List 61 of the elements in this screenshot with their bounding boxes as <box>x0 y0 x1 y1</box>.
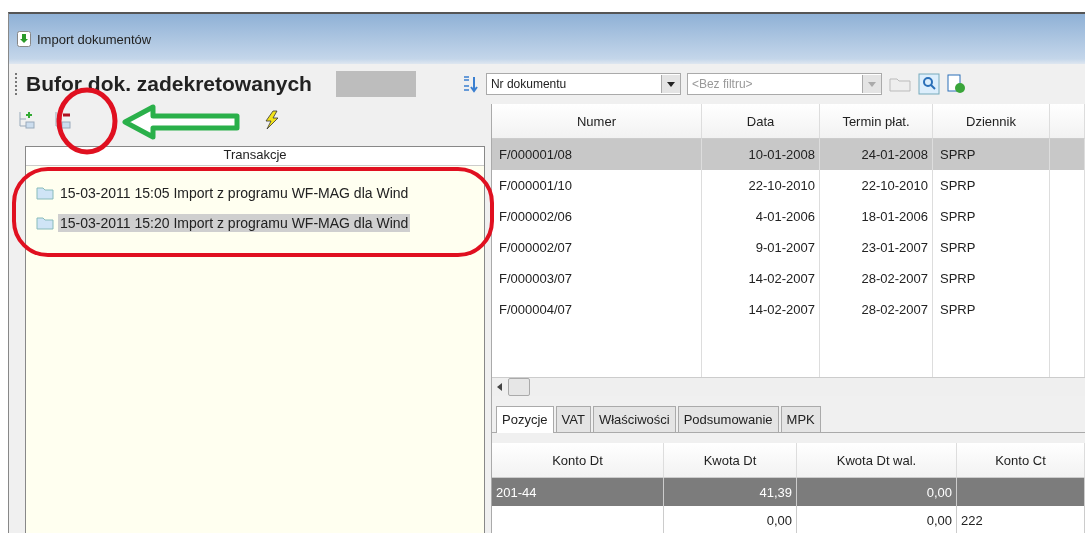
tree-item[interactable]: 15-03-2011 15:05 Import z programu WF-MAG dla Wind <box>26 178 484 208</box>
table-cell: 22-10-2010 <box>702 170 820 201</box>
table-cell: 0,00 <box>664 506 797 533</box>
table-cell: 28-02-2007 <box>820 263 933 294</box>
column-header[interactable]: Konto Dt <box>492 443 664 478</box>
table-cell: 23-01-2007 <box>820 232 933 263</box>
folder-icon <box>36 186 54 200</box>
table-cell: 18-01-2006 <box>820 201 933 232</box>
column-header[interactable]: Kwota Dt <box>664 443 797 478</box>
table-cell: F/000002/07 <box>492 232 702 263</box>
table-cell: SPRP <box>933 139 1050 170</box>
caret-icon <box>867 81 876 87</box>
folder-icon <box>36 216 54 230</box>
search-icon[interactable] <box>917 73 940 95</box>
tree-item[interactable]: 15-03-2011 15:20 Import z programu WF-MAG dla Wind <box>26 208 484 238</box>
table-cell: 22-10-2010 <box>820 170 933 201</box>
table-cell: 9-01-2007 <box>702 232 820 263</box>
table-cell: F/000001/10 <box>492 170 702 201</box>
table-cell: 14-02-2007 <box>702 294 820 325</box>
refresh-document-icon[interactable] <box>945 74 966 94</box>
caret-icon <box>666 81 675 87</box>
table-cell: 41,39 <box>664 478 797 506</box>
table-cell: 222 <box>957 506 1085 533</box>
tab[interactable]: Podsumowanie <box>677 406 779 432</box>
table-cell: F/000001/08 <box>492 139 702 170</box>
table-cell: 0,00 <box>797 506 957 533</box>
table-cell: F/000003/07 <box>492 263 702 294</box>
table-cell: 0,00 <box>797 478 957 506</box>
table-cell: SPRP <box>933 201 1050 232</box>
table-cell: 14-02-2007 <box>702 263 820 294</box>
window-title: Import dokumentów <box>37 31 152 47</box>
table-cell: F/000004/07 <box>492 294 702 325</box>
column-header[interactable]: Data <box>702 104 820 139</box>
tab[interactable]: Pozycje <box>496 406 554 433</box>
scrollbar-thumb[interactable] <box>508 378 530 396</box>
tab[interactable]: Właściwości <box>592 406 676 432</box>
column-header <box>1050 104 1085 139</box>
sort-icon[interactable] <box>461 75 480 93</box>
column-header[interactable]: Konto Ct <box>957 443 1085 478</box>
table-cell: F/000002/06 <box>492 201 702 232</box>
tab[interactable]: VAT <box>555 406 591 432</box>
sort-dropdown[interactable]: Nr dokumentu <box>485 73 681 95</box>
table-cell: 4-01-2006 <box>702 201 820 232</box>
column-header[interactable]: Dziennik <box>933 104 1050 139</box>
table-cell: SPRP <box>933 263 1050 294</box>
tree-header: Transakcje <box>26 147 484 166</box>
scroll-left-icon[interactable] <box>496 383 504 391</box>
table-cell: SPRP <box>933 170 1050 201</box>
table-cell: 28-02-2007 <box>820 294 933 325</box>
tab[interactable]: MPK <box>780 406 821 432</box>
table-cell: 10-01-2008 <box>702 139 820 170</box>
table-cell: SPRP <box>933 294 1050 325</box>
table-cell <box>1050 139 1085 170</box>
table-cell: SPRP <box>933 232 1050 263</box>
table-cell: 24-01-2008 <box>820 139 933 170</box>
app-icon <box>17 31 31 47</box>
lightning-icon[interactable] <box>263 110 281 130</box>
table-cell: 201-44 <box>492 478 664 506</box>
column-header[interactable]: Kwota Dt wal. <box>797 443 957 478</box>
column-header[interactable]: Termin płat. <box>820 104 933 139</box>
column-header[interactable]: Numer <box>492 104 702 139</box>
